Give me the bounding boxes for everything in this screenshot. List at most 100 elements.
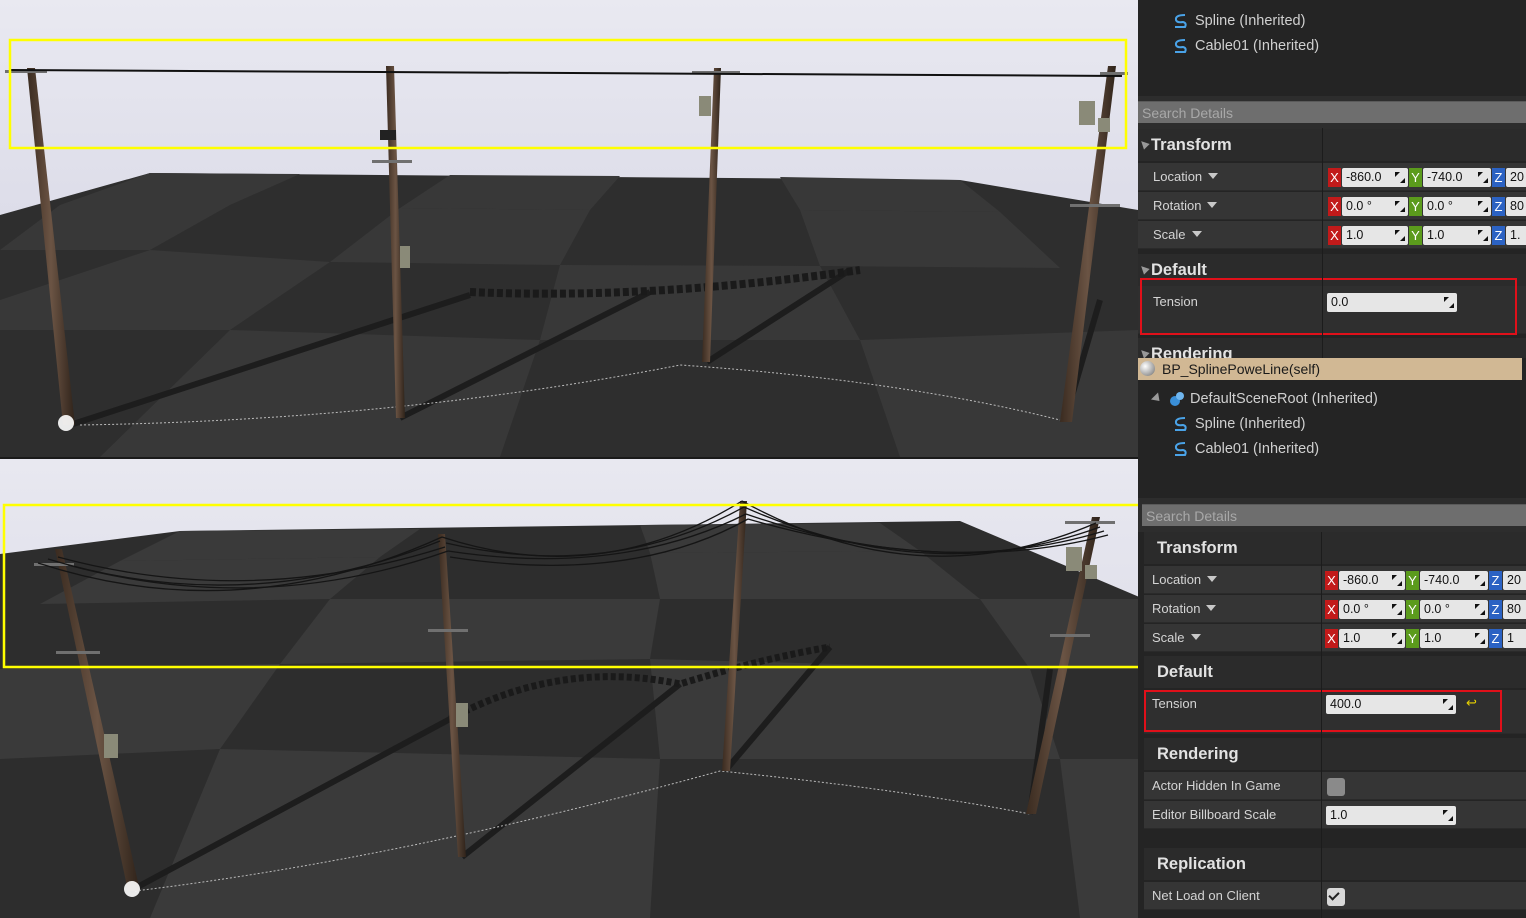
drag-handle-icon[interactable] [1475, 575, 1485, 586]
prop-label-text: Location [1153, 169, 1203, 184]
billboard-scale-field[interactable]: 1.0 [1326, 806, 1456, 825]
axis-x-label: X [1328, 168, 1341, 187]
category-default[interactable]: Default [1144, 656, 1526, 688]
category-rendering[interactable]: Rendering [1138, 338, 1526, 358]
drag-handle-icon[interactable] [1444, 297, 1454, 308]
drag-handle-icon[interactable] [1478, 230, 1488, 241]
field-value: 0.0 ° [1427, 199, 1453, 213]
axis-x-label: X [1325, 571, 1338, 590]
prop-scale: Scale X 1.0 Y 1.0 Z 1 [1144, 624, 1526, 652]
scale-label[interactable]: Scale [1152, 624, 1201, 652]
field-value: 20 [1507, 573, 1521, 587]
scene-root-icon [1168, 390, 1186, 408]
location-z-field[interactable]: 20 [1503, 571, 1526, 590]
field-value: 1.0 [1346, 228, 1364, 242]
axis-z-label: Z [1492, 226, 1505, 245]
rotation-y-field[interactable]: 0.0 ° [1420, 600, 1488, 619]
scale-x-field[interactable]: 1.0 [1339, 629, 1405, 648]
drag-handle-icon[interactable] [1395, 172, 1405, 183]
actor-hidden-checkbox[interactable] [1327, 778, 1345, 796]
spline-icon [1172, 37, 1189, 55]
location-x-field[interactable]: -860.0 [1342, 168, 1408, 187]
category-replication[interactable]: Replication [1144, 848, 1526, 880]
spline-icon [1172, 415, 1189, 433]
caret-down-icon [1190, 634, 1201, 640]
rotation-label[interactable]: Rotation [1153, 192, 1218, 220]
self-label: BP_SplinePoweLine(self) [1162, 361, 1320, 377]
tree-item-cable[interactable]: Cable01 (Inherited) [1138, 436, 1526, 461]
location-label[interactable]: Location [1152, 566, 1218, 594]
tree-item-cable[interactable]: Cable01 (Inherited) [1138, 33, 1526, 58]
rotation-y-field[interactable]: 0.0 ° [1423, 197, 1491, 216]
tension-field[interactable]: 400.0 [1326, 695, 1456, 714]
search-details-input[interactable]: Search Details [1138, 101, 1526, 123]
field-value: 1.0 [1343, 631, 1361, 645]
axis-y-label: Y [1406, 571, 1419, 590]
location-z-field[interactable]: 20 [1506, 168, 1526, 187]
drag-handle-icon[interactable] [1475, 633, 1485, 644]
drag-handle-icon[interactable] [1392, 604, 1402, 615]
scale-z-field[interactable]: 1. [1506, 226, 1526, 245]
drag-handle-icon[interactable] [1475, 604, 1485, 615]
category-default[interactable]: Default [1138, 254, 1526, 286]
category-title: Replication [1157, 854, 1246, 873]
field-value: 0.0 ° [1346, 199, 1372, 213]
rotation-x-field[interactable]: 0.0 ° [1342, 197, 1408, 216]
tree-item-spline[interactable]: Spline (Inherited) [1138, 8, 1526, 33]
viewport-top[interactable] [0, 0, 1138, 457]
field-value: 20 [1510, 170, 1524, 184]
prop-label-text: Rotation [1152, 601, 1201, 616]
scale-x-field[interactable]: 1.0 [1342, 226, 1408, 245]
axis-y-label: Y [1406, 600, 1419, 619]
prop-rotation: Rotation X 0.0 ° Y 0.0 ° Z 80 [1144, 595, 1526, 623]
drag-handle-icon[interactable] [1392, 575, 1402, 586]
prop-label-text: Rotation [1153, 198, 1202, 213]
location-x-field[interactable]: -860.0 [1339, 571, 1405, 590]
drag-handle-icon[interactable] [1443, 699, 1453, 710]
rotation-z-field[interactable]: 80 [1506, 197, 1526, 216]
tree-item-spline[interactable]: Spline (Inherited) [1138, 411, 1526, 436]
caret-down-icon [1206, 605, 1217, 611]
rotation-z-field[interactable]: 80 [1503, 600, 1526, 619]
tree-item-default-scene-root[interactable]: DefaultSceneRoot (Inherited) [1138, 386, 1526, 411]
rotation-label[interactable]: Rotation [1152, 595, 1217, 623]
axis-x-label: X [1325, 600, 1338, 619]
drag-handle-icon[interactable] [1478, 172, 1488, 183]
scale-label[interactable]: Scale [1153, 221, 1202, 249]
scale-y-field[interactable]: 1.0 [1420, 629, 1488, 648]
field-value: 1.0 [1427, 228, 1445, 242]
viewport-bottom-scene [0, 459, 1144, 918]
self-component-row[interactable]: BP_SplinePoweLine(self) [1138, 358, 1522, 380]
viewport-bottom[interactable] [0, 459, 1144, 918]
net-load-checkbox[interactable] [1327, 888, 1345, 906]
tree-item-label: Spline (Inherited) [1195, 12, 1306, 29]
location-y-field[interactable]: -740.0 [1423, 168, 1491, 187]
search-details-input[interactable]: Search Details [1142, 504, 1526, 526]
drag-handle-icon[interactable] [1392, 633, 1402, 644]
field-value: 0.0 [1331, 295, 1349, 309]
category-transform[interactable]: Transform [1144, 532, 1526, 564]
field-value: 400.0 [1330, 697, 1362, 711]
category-rendering[interactable]: Rendering [1144, 738, 1526, 770]
prop-label-text: Scale [1152, 630, 1185, 645]
rotation-x-field[interactable]: 0.0 ° [1339, 600, 1405, 619]
drag-handle-icon[interactable] [1395, 230, 1405, 241]
prop-location: Location X -860.0 Y -740.0 Z 20 [1144, 566, 1526, 594]
category-transform[interactable]: Transform [1138, 129, 1526, 161]
details-panel-bottom: BP_SplinePoweLine(self) DefaultSceneRoot… [1138, 358, 1526, 918]
location-y-field[interactable]: -740.0 [1420, 571, 1488, 590]
scale-y-field[interactable]: 1.0 [1423, 226, 1491, 245]
drag-handle-icon[interactable] [1395, 201, 1405, 212]
scale-z-field[interactable]: 1 [1503, 629, 1526, 648]
drag-handle-icon[interactable] [1478, 201, 1488, 212]
location-label[interactable]: Location [1153, 163, 1219, 191]
drag-handle-icon[interactable] [1443, 810, 1453, 821]
field-value: -860.0 [1346, 170, 1382, 184]
reset-to-default-icon[interactable]: ↩ [1466, 696, 1480, 710]
axis-z-label: Z [1489, 571, 1502, 590]
axis-x-label: X [1328, 197, 1341, 216]
tension-field[interactable]: 0.0 [1327, 293, 1457, 312]
prop-scale: Scale X 1.0 Y 1.0 Z 1. [1138, 221, 1526, 249]
expand-arrow-icon[interactable] [1150, 392, 1164, 405]
axis-y-label: Y [1406, 629, 1419, 648]
